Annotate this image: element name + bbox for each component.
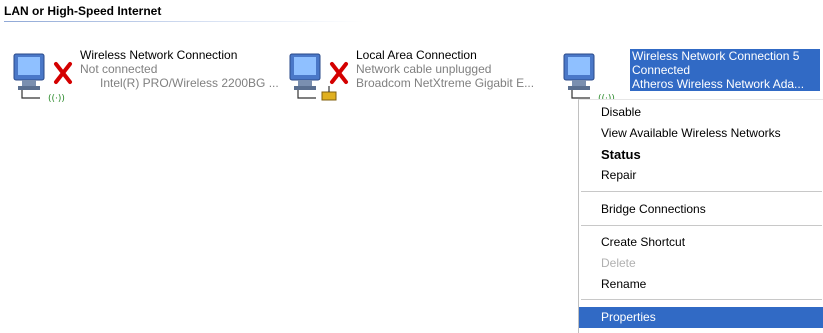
connection-status: Connected bbox=[630, 63, 820, 77]
connection-device: Broadcom NetXtreme Gigabit E... bbox=[356, 76, 535, 90]
menu-item-rename[interactable]: Rename bbox=[579, 274, 823, 295]
context-menu: Disable View Available Wireless Networks… bbox=[578, 99, 823, 333]
menu-item-bridge-connections[interactable]: Bridge Connections bbox=[579, 199, 823, 220]
menu-item-disable[interactable]: Disable bbox=[579, 102, 823, 123]
red-x-icon bbox=[330, 62, 348, 84]
menu-separator bbox=[581, 225, 822, 226]
connection-name: Local Area Connection bbox=[356, 48, 477, 62]
svg-text:((·)): ((·)) bbox=[48, 94, 65, 104]
menu-item-view-available-wireless-networks[interactable]: View Available Wireless Networks bbox=[579, 123, 823, 144]
computer-icon: ((·)) bbox=[13, 53, 72, 104]
wireless-signal-icon: ((·)) bbox=[48, 94, 65, 104]
connection-device: Atheros Wireless Network Ada... bbox=[630, 77, 820, 91]
red-x-icon bbox=[54, 62, 72, 84]
menu-separator bbox=[581, 191, 822, 192]
computer-icon: ((·)) bbox=[563, 53, 615, 104]
network-cable-icon bbox=[321, 86, 337, 101]
connection-device: Intel(R) PRO/Wireless 2200BG ... bbox=[100, 76, 279, 90]
connection-name: Wireless Network Connection 5 bbox=[630, 49, 820, 63]
section-divider bbox=[4, 21, 364, 22]
menu-item-create-shortcut[interactable]: Create Shortcut bbox=[579, 232, 823, 253]
menu-separator bbox=[581, 299, 822, 300]
menu-item-repair[interactable]: Repair bbox=[579, 165, 823, 186]
menu-item-delete: Delete bbox=[601, 256, 636, 270]
menu-item-properties[interactable]: Properties bbox=[579, 307, 823, 328]
connection-name: Wireless Network Connection bbox=[80, 48, 238, 62]
section-header: LAN or High-Speed Internet bbox=[4, 4, 162, 18]
connection-status: Network cable unplugged bbox=[356, 62, 492, 76]
computer-icon bbox=[289, 53, 348, 101]
connection-status: Not connected bbox=[80, 62, 158, 76]
menu-item-status[interactable]: Status bbox=[579, 144, 823, 165]
